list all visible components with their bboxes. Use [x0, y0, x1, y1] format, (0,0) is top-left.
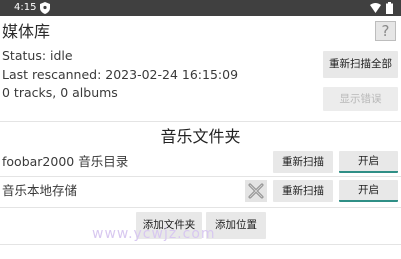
folder-rescan-button[interactable]: 重新扫描 — [273, 151, 333, 173]
library-counts-text: 0 tracks, 0 albums — [2, 85, 118, 100]
show-errors-button[interactable]: 显示错误 — [323, 87, 398, 111]
status-time: 4:15 — [14, 2, 37, 13]
section-divider — [0, 121, 401, 122]
folder-name: foobar2000 音乐目录 — [2, 154, 129, 169]
status-text: Status: idle — [2, 48, 73, 63]
battery-icon — [386, 2, 393, 14]
help-button[interactable]: ? — [375, 21, 396, 41]
status-bar: 4:15 — [0, 0, 401, 16]
folder-enable-toggle[interactable]: 开启 — [339, 151, 398, 173]
row-divider — [0, 176, 401, 177]
last-rescanned-text: Last rescanned: 2023-02-24 16:15:09 — [2, 67, 239, 82]
wifi-icon — [370, 3, 381, 13]
bottom-divider — [0, 244, 401, 245]
remove-folder-icon[interactable] — [245, 180, 267, 202]
folder-enable-toggle[interactable]: 开启 — [339, 180, 398, 202]
rescan-all-button[interactable]: 重新扫描全部 — [323, 51, 398, 78]
folder-name: 音乐本地存储 — [2, 183, 78, 198]
watermark-text: www.ycwjz.com — [92, 226, 216, 242]
folder-rescan-button[interactable]: 重新扫描 — [273, 180, 333, 202]
shield-icon — [40, 2, 50, 14]
page-title: 媒体库 — [2, 22, 51, 41]
row-divider — [0, 207, 401, 208]
music-folders-heading: 音乐文件夹 — [160, 127, 241, 146]
